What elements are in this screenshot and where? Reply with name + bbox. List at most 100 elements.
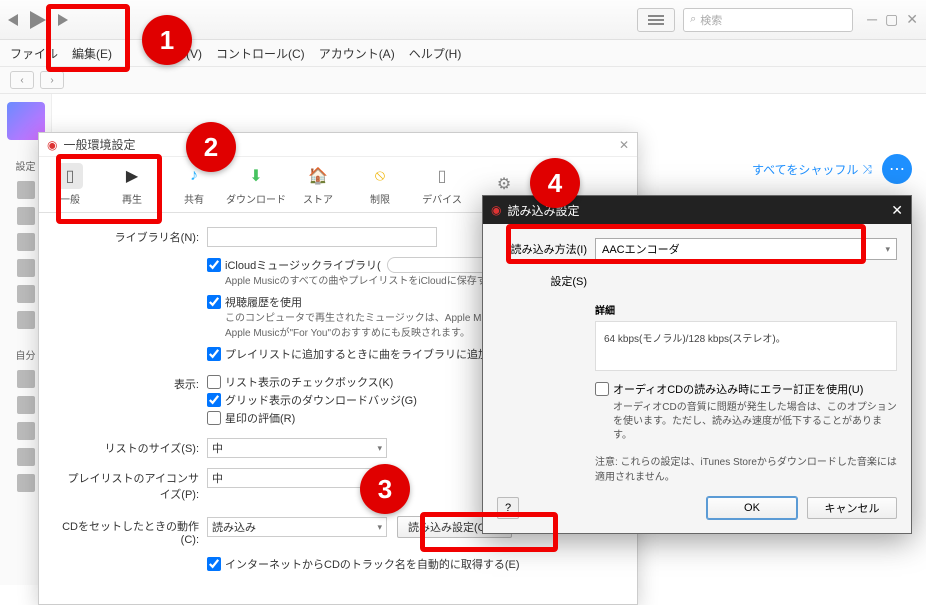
gear-icon: ◉ [47, 138, 57, 152]
history-check-label: 視聴履歴を使用 [225, 294, 302, 310]
grid-badge-checkbox[interactable] [207, 393, 221, 407]
list-view-checkbox[interactable] [207, 375, 221, 389]
details-heading: 詳細 [595, 302, 897, 317]
history-checkbox[interactable] [207, 295, 221, 309]
import-method-select[interactable]: AACエンコーダ ▾ [595, 238, 897, 260]
menu-account[interactable]: アカウント(A) [319, 45, 395, 62]
icloud-check-label: iCloudミュージックライブラリ( [225, 257, 381, 273]
menu-edit[interactable]: 編集(E) [72, 45, 112, 62]
sidebar-icon-3[interactable] [17, 233, 35, 251]
nav-forward-icon[interactable] [58, 14, 68, 26]
list-size-select[interactable]: 中▾ [207, 438, 387, 458]
cd-action-select[interactable]: 読み込み ▾ [207, 517, 387, 537]
sidebar-icon-4[interactable] [17, 259, 35, 277]
import-method-label: 読み込み方法(I) [497, 241, 587, 257]
details-text: 64 kbps(モノラル)/128 kbps(ステレオ)。 [604, 334, 786, 345]
search-icon: ⌕ [690, 13, 696, 26]
tab-general[interactable]: ▯一般 [39, 157, 101, 212]
search-input[interactable]: ⌕ 検索 [683, 8, 853, 32]
library-name-input[interactable] [207, 227, 437, 247]
menu-file[interactable]: ファイル [10, 45, 58, 62]
details-box: 64 kbps(モノラル)/128 kbps(ステレオ)。 [595, 321, 897, 371]
restrict-icon: ⦸ [367, 163, 393, 189]
play-icon: ▶ [119, 163, 145, 189]
tab-device[interactable]: ▯デバイス [411, 157, 473, 212]
tab-store-label: ストア [303, 191, 333, 206]
cd-action-label: CDをセットしたときの動作(C): [59, 516, 199, 546]
sidebar-icon-5[interactable] [17, 285, 35, 303]
prefs-title-text: 一般環境設定 [63, 136, 135, 153]
tab-playback-label: 再生 [122, 191, 142, 206]
icloud-account-pill [387, 257, 497, 273]
sidebar-icon-2[interactable] [17, 207, 35, 225]
import-setting-label: 設定(S) [497, 273, 587, 289]
chevron-down-icon: ▾ [377, 522, 382, 533]
more-button[interactable]: ⋯ [882, 154, 912, 184]
chevron-down-icon: ▾ [885, 244, 890, 255]
menu-help[interactable]: ヘルプ(H) [409, 45, 462, 62]
nav-back-icon[interactable] [8, 14, 18, 26]
badge-4: 4 [530, 158, 580, 208]
sidebar-icon-6[interactable] [17, 311, 35, 329]
dialog-close-icon[interactable]: ✕ [891, 202, 903, 219]
add-to-library-label: プレイリストに追加するときに曲をライブラリに追加(D) [225, 346, 504, 362]
badge-3: 3 [360, 464, 410, 514]
prefs-close-icon[interactable]: ✕ [619, 138, 629, 152]
store-icon: 🏠 [305, 163, 331, 189]
badge-1: 1 [142, 15, 192, 65]
tab-store[interactable]: 🏠 ストア [287, 157, 349, 212]
import-method-value: AACエンコーダ [602, 241, 680, 257]
sidebar-icon-1[interactable] [17, 181, 35, 199]
list-size-label: リストのサイズ(S): [59, 438, 199, 456]
sidebar-icon-7[interactable] [17, 370, 35, 388]
error-correction-help: オーディオCDの音質に問題が発生した場合は、このオプションを使います。ただし、読… [613, 401, 897, 443]
add-to-library-checkbox[interactable] [207, 347, 221, 361]
shuffle-icon: ⤨ [862, 162, 872, 177]
window-maximize-icon[interactable]: ▢ [885, 11, 898, 28]
sidebar-settings-label: 設定 [16, 158, 36, 173]
view-label: 表示: [59, 374, 199, 392]
cd-action-value: 読み込み [212, 519, 256, 535]
tab-playback[interactable]: ▶ 再生 [101, 157, 163, 212]
cd-track-label: インターネットからCDのトラック名を自動的に取得する(E) [225, 556, 520, 572]
icon-size-value: 中 [212, 470, 223, 486]
back-button[interactable]: ‹ [10, 71, 34, 89]
sidebar-icon-10[interactable] [17, 448, 35, 466]
forward-button[interactable]: › [40, 71, 64, 89]
sub-nav: ‹ › [0, 66, 926, 94]
tab-download[interactable]: ⬇ ダウンロード [225, 157, 287, 212]
search-placeholder: 検索 [700, 12, 722, 28]
sidebar-icon-11[interactable] [17, 474, 35, 492]
cancel-button[interactable]: キャンセル [807, 497, 897, 519]
shuffle-all-link[interactable]: すべてをシャッフル ⤨ [752, 161, 872, 178]
ok-label: OK [744, 502, 760, 514]
star-rating-checkbox[interactable] [207, 411, 221, 425]
list-view-button[interactable] [637, 8, 675, 32]
tab-restrict[interactable]: ⦸制限 [349, 157, 411, 212]
icloud-checkbox[interactable] [207, 258, 221, 272]
library-name-label: ライブラリ名(N): [59, 227, 199, 245]
play-icon[interactable] [30, 11, 46, 29]
cancel-label: キャンセル [825, 500, 880, 516]
sidebar-icon-8[interactable] [17, 396, 35, 414]
download-icon: ⬇ [243, 163, 269, 189]
badge-2: 2 [186, 122, 236, 172]
window-minimize-icon[interactable]: ─ [867, 11, 877, 28]
cd-track-checkbox[interactable] [207, 557, 221, 571]
sidebar-icon-9[interactable] [17, 422, 35, 440]
icon-size-label: プレイリストのアイコンサイズ(P): [59, 468, 199, 502]
grid-check-label: グリッド表示のダウンロードバッジ(G) [225, 392, 417, 408]
import-settings-dialog: ◉ 読み込み設定 ✕ 読み込み方法(I) AACエンコーダ▾ 設定(S) 詳細 … [482, 195, 912, 534]
tab-device-label: デバイス [422, 191, 462, 206]
error-correction-checkbox[interactable] [595, 382, 609, 396]
help-button[interactable]: ? [497, 497, 519, 519]
window-close-icon[interactable]: ✕ [906, 11, 918, 28]
tab-download-label: ダウンロード [226, 191, 286, 206]
menu-control[interactable]: コントロール(C) [216, 45, 305, 62]
shuffle-label: すべてをシャッフル [752, 161, 858, 178]
tab-sharing-label: 共有 [184, 191, 204, 206]
ok-button[interactable]: OK [707, 497, 797, 519]
tab-general-label: 一般 [60, 191, 80, 206]
error-correction-label: オーディオCDの読み込み時にエラー訂正を使用(U) [613, 381, 863, 397]
sidebar-self-label: 自分 [16, 347, 36, 362]
